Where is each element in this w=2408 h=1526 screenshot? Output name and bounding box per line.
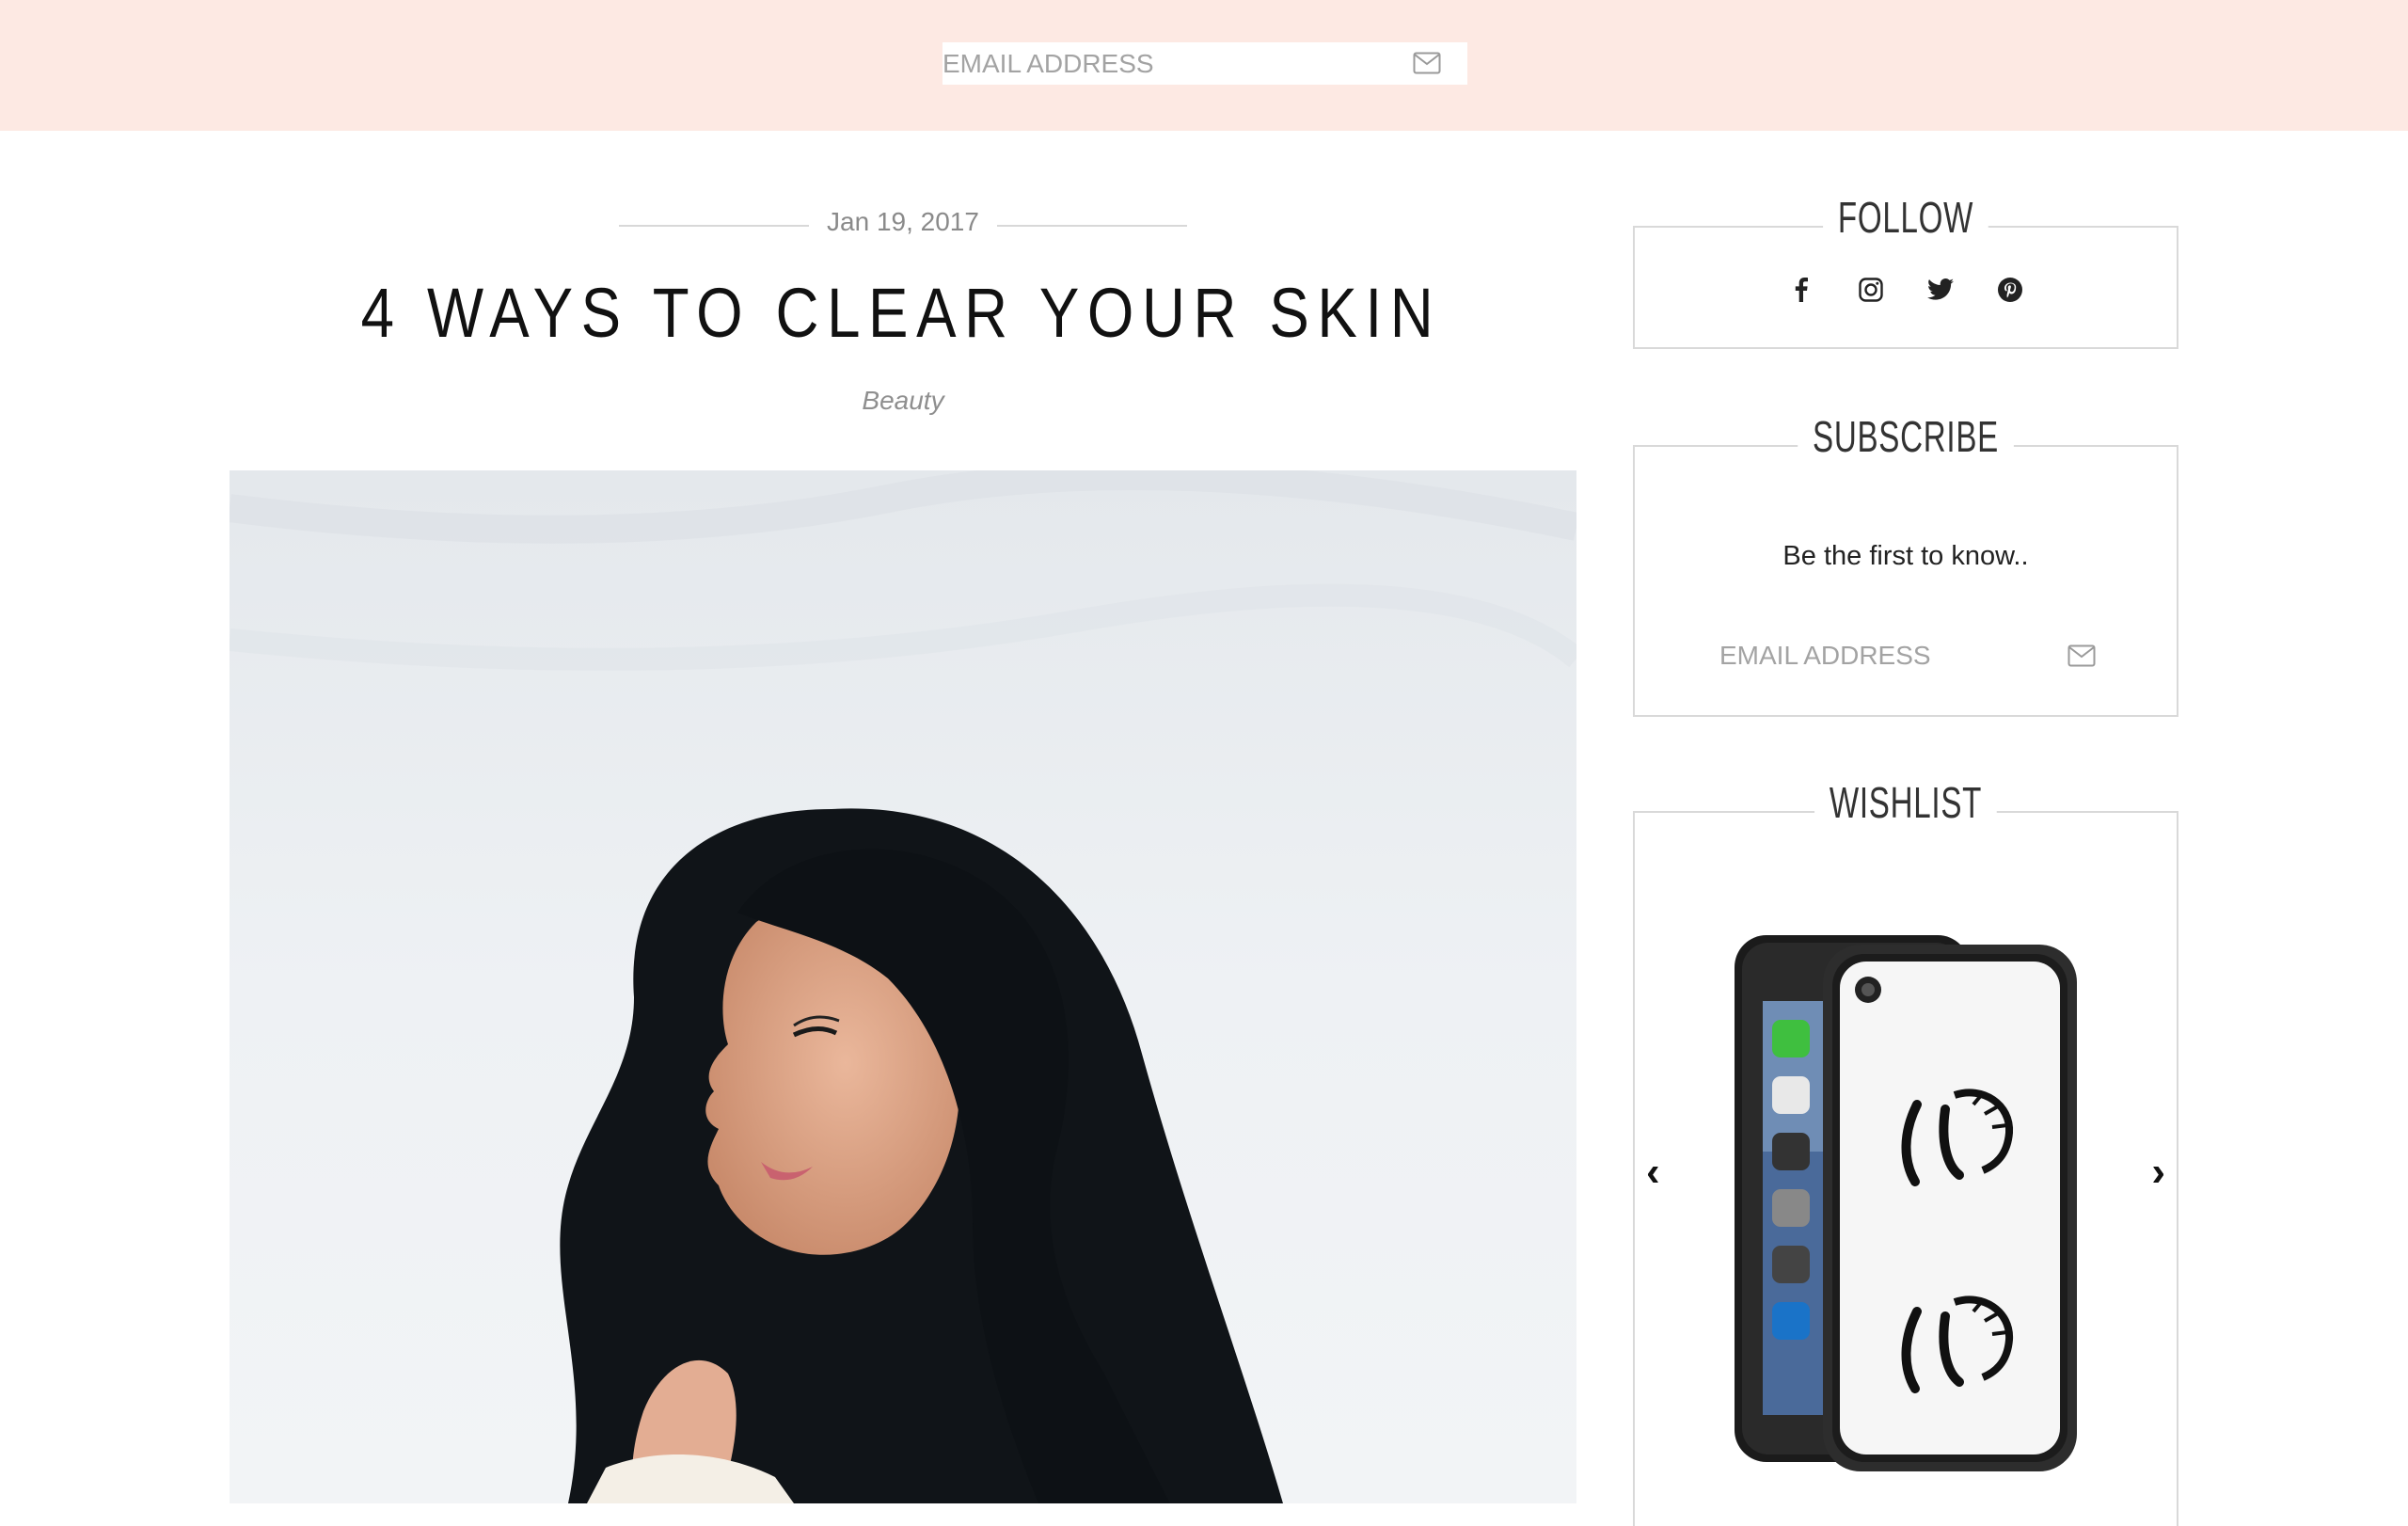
instagram-icon[interactable] bbox=[1856, 275, 1886, 305]
subscribe-widget: SUBSCRIBE Be the first to know.. bbox=[1633, 411, 2178, 717]
envelope-icon[interactable] bbox=[1413, 52, 1441, 74]
post-date: Jan 19, 2017 bbox=[827, 207, 979, 236]
twitter-icon[interactable] bbox=[1925, 275, 1956, 305]
top-email-input[interactable] bbox=[943, 42, 1394, 85]
facebook-icon[interactable] bbox=[1786, 275, 1816, 305]
top-newsletter-bar bbox=[0, 0, 2408, 131]
wishlist-title: WISHLIST bbox=[1814, 777, 1997, 828]
post-category-link[interactable]: Beauty bbox=[619, 386, 1187, 416]
subscribe-text: Be the first to know.. bbox=[1782, 541, 2029, 571]
hero-image[interactable] bbox=[230, 470, 1576, 1503]
carousel-next-button[interactable]: › bbox=[2151, 1152, 2165, 1193]
follow-widget: FOLLOW bbox=[1633, 192, 2178, 349]
carousel-prev-button[interactable]: ‹ bbox=[1646, 1152, 1660, 1193]
wishlist-widget: WISHLIST ‹ › bbox=[1633, 777, 2178, 1526]
subscribe-email-form bbox=[1719, 635, 2096, 676]
subscribe-title: SUBSCRIBE bbox=[1798, 411, 2014, 462]
subscribe-email-input[interactable] bbox=[1719, 635, 2030, 676]
pinterest-icon[interactable] bbox=[1995, 275, 2025, 305]
wishlist-product-image[interactable] bbox=[1729, 916, 2086, 1481]
follow-title: FOLLOW bbox=[1823, 192, 1988, 243]
envelope-icon[interactable] bbox=[2067, 644, 2096, 667]
social-links bbox=[1635, 275, 2177, 307]
post-title[interactable]: 4 WAYS TO CLEAR YOUR SKIN bbox=[321, 273, 1482, 353]
top-email-form bbox=[943, 42, 1467, 85]
divider bbox=[997, 225, 1187, 227]
post-date-row: Jan 19, 2017 bbox=[619, 205, 1187, 245]
